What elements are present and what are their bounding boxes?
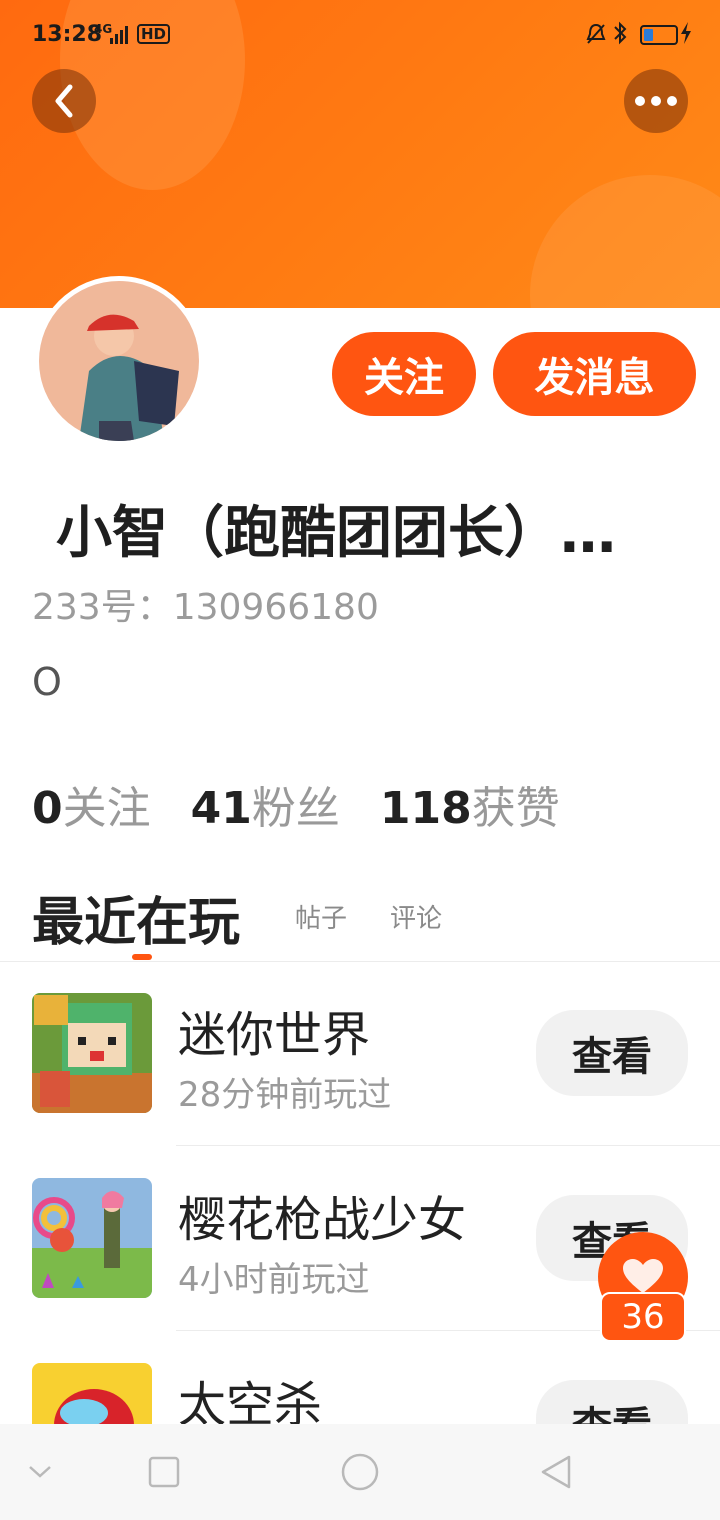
banner-decoration (530, 175, 720, 308)
profile-stats: 0关注 41粉丝 118获赞 (32, 772, 600, 836)
send-message-button[interactable]: 发消息 (493, 332, 696, 416)
bluetooth-icon (612, 20, 628, 52)
like-count: 36 (600, 1292, 686, 1342)
like-float-button[interactable]: 36 (598, 1232, 688, 1344)
battery-icon (640, 25, 678, 45)
charging-icon (680, 22, 692, 49)
tab-comments[interactable]: 评论 (390, 898, 442, 935)
game-title: 樱花枪战少女 (178, 1192, 467, 1248)
back-button[interactable] (32, 69, 96, 133)
profile-tabs: 最近在玩 帖子 评论 (0, 880, 720, 962)
more-dots-icon (635, 96, 677, 106)
stat-number: 118 (379, 783, 472, 834)
system-nav-bar (0, 1424, 720, 1520)
view-button[interactable]: 查看 (536, 1010, 688, 1096)
chevron-down-icon[interactable] (20, 1424, 60, 1520)
stat-following[interactable]: 0关注 (32, 772, 151, 836)
user-id: 233号：130966180 (32, 587, 379, 628)
stat-number: 0 (32, 783, 63, 834)
username: 小智（跑酷团团长）… (56, 501, 616, 566)
square-icon[interactable] (144, 1424, 184, 1520)
more-button[interactable] (624, 69, 688, 133)
game-thumbnail (32, 1178, 152, 1298)
tab-indicator (132, 954, 152, 960)
stat-likes[interactable]: 118获赞 (380, 772, 560, 836)
game-last-played: 28分钟前玩过 (178, 1075, 392, 1115)
hd-icon: HD (137, 24, 171, 44)
signal-icon (110, 26, 128, 44)
user-signature: O (32, 660, 62, 704)
tab-posts[interactable]: 帖子 (295, 898, 347, 935)
chevron-left-icon (55, 84, 73, 118)
triangle-back-icon[interactable] (536, 1424, 576, 1520)
tab-recently-played[interactable]: 最近在玩 (32, 880, 240, 955)
game-thumbnail (32, 993, 152, 1113)
list-item[interactable]: 迷你世界 28分钟前玩过 查看 (0, 993, 720, 1178)
game-title: 迷你世界 (178, 1007, 371, 1063)
stat-label: 获赞 (471, 783, 560, 834)
bell-muted-icon (585, 22, 607, 52)
stat-number: 41 (190, 783, 252, 834)
stat-label: 粉丝 (251, 783, 340, 834)
divider (176, 1145, 720, 1146)
circle-icon[interactable] (338, 1424, 382, 1520)
stat-label: 关注 (62, 783, 151, 834)
status-time: 13:28 (32, 22, 103, 47)
stat-fans[interactable]: 41粉丝 (191, 772, 340, 836)
game-last-played: 4小时前玩过 (178, 1260, 370, 1300)
status-bar: 13:28 4G HD (0, 0, 720, 72)
avatar[interactable] (34, 276, 204, 446)
follow-button[interactable]: 关注 (332, 332, 476, 416)
